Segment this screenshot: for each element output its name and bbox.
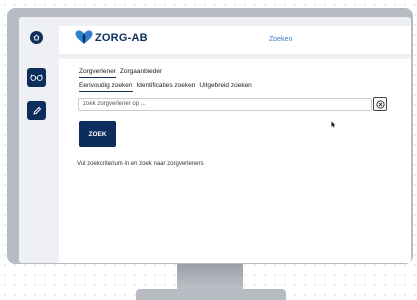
secondary-tabs: Eenvoudig zoeken Identificaties zoeken U… xyxy=(79,82,252,92)
tab-zorgverlener[interactable]: Zorgverlener xyxy=(79,68,116,78)
primary-tabs: Zorgverlener Zorgaanbieder xyxy=(79,68,162,78)
monitor-stand-base xyxy=(136,289,286,300)
search-input[interactable]: zoek zorgverlener op ... xyxy=(78,98,372,111)
clear-icon xyxy=(375,99,385,109)
hint-text: Vul zoekcriterium in en zoek naar zorgve… xyxy=(77,161,204,167)
screen: ZORG-AB Zoeken Zorgverlener Zorgaanbiede… xyxy=(19,17,411,263)
monitor-frame: ZORG-AB Zoeken Zorgverlener Zorgaanbiede… xyxy=(7,8,413,264)
page-title: Zoeken xyxy=(269,36,293,43)
tab-uitgebreid-zoeken[interactable]: Uitgebreid zoeken xyxy=(199,82,251,92)
sidebar xyxy=(19,17,59,263)
clear-search-button[interactable] xyxy=(373,97,387,111)
heart-logo-icon xyxy=(75,30,93,44)
pencil-icon xyxy=(32,106,41,115)
tab-identificaties-zoeken[interactable]: Identificaties zoeken xyxy=(137,82,196,92)
home-button[interactable] xyxy=(30,31,43,44)
tab-zorgaanbieder[interactable]: Zorgaanbieder xyxy=(120,68,162,78)
logo: ZORG-AB xyxy=(75,30,148,45)
home-icon xyxy=(33,34,40,41)
search-button[interactable]: ZOEK xyxy=(79,121,116,147)
main-panel: Zorgverlener Zorgaanbieder Eenvoudig zoe… xyxy=(59,59,411,263)
brand-name: ZORG-AB xyxy=(95,31,148,44)
cursor-icon xyxy=(331,121,336,128)
nav-search-button[interactable] xyxy=(27,68,46,87)
glasses-icon xyxy=(30,74,43,81)
tab-eenvoudig-zoeken[interactable]: Eenvoudig zoeken xyxy=(79,82,133,92)
nav-edit-button[interactable] xyxy=(27,101,46,120)
header: ZORG-AB Zoeken xyxy=(59,26,411,54)
